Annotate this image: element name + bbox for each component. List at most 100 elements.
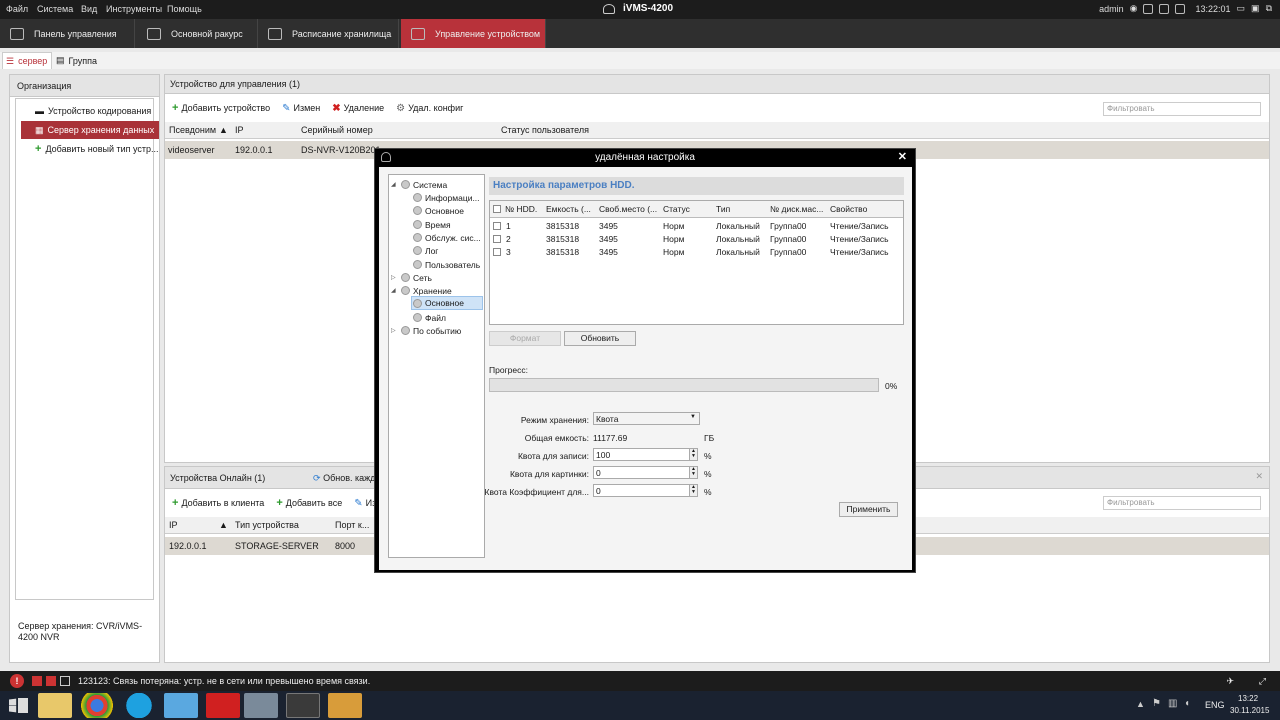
keyboard-icon[interactable]	[1143, 3, 1154, 14]
spinner-icon[interactable]: ▲ ▼	[689, 485, 697, 496]
storage-mode-select[interactable]: Квота ▼	[593, 412, 700, 425]
record-quota-input[interactable]: 100 ▲ ▼	[593, 448, 698, 461]
taskbar-date[interactable]: 30.11.2015	[1230, 706, 1269, 715]
ivms-taskbar-icon[interactable]	[206, 693, 240, 718]
explorer-taskbar-icon[interactable]	[38, 693, 72, 718]
tab-storage-schedule[interactable]: Расписание хранилища	[258, 19, 399, 48]
tree-node-file[interactable]: Файл	[413, 311, 446, 324]
col-serial[interactable]: Серийный номер	[301, 125, 373, 135]
tab-control-panel[interactable]: Панель управления	[0, 19, 135, 48]
item-add-device-type[interactable]: + Добавить новый тип устр...	[21, 140, 159, 158]
paint-taskbar-icon[interactable]	[328, 693, 362, 718]
row-checkbox[interactable]	[493, 235, 501, 243]
menu-help[interactable]: Помощь	[167, 4, 202, 14]
coefficient-quota-input[interactable]: 0 ▲ ▼	[593, 484, 698, 497]
remote-config-button[interactable]: ⚙ Удал. конфиг	[396, 103, 463, 114]
tab-group[interactable]: ▤ Группа	[56, 52, 116, 69]
col-capacity[interactable]: Емкость (...	[546, 204, 591, 214]
add-to-client-button[interactable]: + Добавить в клиента	[172, 497, 264, 509]
spinner-icon[interactable]: ▲ ▼	[689, 467, 697, 478]
tree-node-event[interactable]: ▷ По событию	[391, 324, 461, 337]
app-taskbar-icon[interactable]	[164, 693, 198, 718]
tray-volume-icon[interactable]: ◖	[1184, 698, 1190, 709]
menu-tools[interactable]: Инструменты	[106, 4, 162, 14]
tab-server[interactable]: ☰ сервер	[2, 52, 52, 69]
col-type[interactable]: Тип	[716, 204, 730, 214]
add-device-button[interactable]: + Добавить устройство	[172, 102, 270, 114]
refresh-button[interactable]: Обновить	[564, 331, 636, 346]
refresh-icon: ⟳	[313, 473, 321, 483]
col-ip[interactable]: IP	[169, 520, 178, 530]
tree-node-user[interactable]: Пользователь	[413, 258, 480, 271]
tray-flag-icon[interactable]: ⚑	[1152, 698, 1161, 709]
select-all-checkbox[interactable]	[493, 205, 501, 213]
refresh-every[interactable]: ⟳ Обнов. кажд	[313, 473, 375, 484]
col-user-status[interactable]: Статус пользователя	[501, 125, 589, 135]
terminal-taskbar-icon[interactable]	[286, 693, 320, 718]
skype-taskbar-icon[interactable]	[122, 693, 156, 718]
tray-up-icon[interactable]: ▲	[1136, 699, 1145, 709]
format-button[interactable]: Формат	[489, 331, 561, 346]
delete-button[interactable]: ✖ Удаление	[332, 103, 384, 114]
col-property[interactable]: Свойство	[830, 204, 867, 214]
col-array-no[interactable]: № диск.мас...	[770, 204, 823, 214]
device-filter-input[interactable]: Фильтровать	[1103, 102, 1261, 116]
pin-icon[interactable]: ✈	[1226, 676, 1234, 687]
collapse-icon[interactable]: ✕	[1255, 471, 1263, 482]
cpu-icon[interactable]	[1175, 3, 1186, 14]
col-ip[interactable]: IP	[235, 125, 244, 135]
apply-button[interactable]: Применить	[839, 502, 898, 517]
add-all-button[interactable]: + Добавить все	[276, 497, 342, 509]
minimize-icon[interactable]: ▭	[1237, 3, 1246, 14]
cell-status: Норм	[663, 234, 685, 244]
online-filter-input[interactable]: Фильтровать	[1103, 496, 1261, 510]
item-storage-server[interactable]: ▦ Сервер хранения данных	[21, 121, 159, 139]
edit-button[interactable]: ✎ Измен	[282, 103, 320, 114]
cell-property: Чтение/Запись	[830, 221, 889, 231]
camera-icon	[268, 27, 282, 40]
modify-button[interactable]: ✎ Из	[354, 498, 376, 509]
maximize-icon[interactable]: ▣	[1251, 3, 1260, 14]
item-encoding-device[interactable]: ▬ Устройство кодирования	[21, 102, 159, 120]
event-icon[interactable]	[46, 676, 56, 686]
chrome-taskbar-icon[interactable]	[80, 693, 114, 718]
lock-icon[interactable]: ◉	[1130, 3, 1138, 14]
col-port[interactable]: Порт к...	[335, 520, 369, 530]
windows-start-icon-right[interactable]	[18, 698, 28, 713]
warning-icon[interactable]: !	[10, 674, 24, 688]
tree-node-info[interactable]: Информаци...	[413, 191, 480, 204]
col-free-space[interactable]: Своб.место (...	[599, 204, 657, 214]
status-bar: ! 123123: Связь потеряна: устр. не в сет…	[0, 671, 1280, 691]
grid-icon	[10, 27, 24, 40]
col-device-type[interactable]: Тип устройства	[235, 520, 299, 530]
language-indicator[interactable]: ENG	[1205, 700, 1225, 710]
tab-device-management[interactable]: Управление устройством	[401, 19, 546, 48]
col-alias[interactable]: Псевдоним	[169, 125, 216, 135]
tree-node-time[interactable]: Время	[413, 218, 451, 231]
tree-node-general[interactable]: Основное	[413, 204, 464, 217]
row-checkbox[interactable]	[493, 248, 501, 256]
alarm-icon[interactable]	[1159, 3, 1170, 14]
menu-system[interactable]: Система	[37, 4, 73, 14]
expand-icon[interactable]: ⤢	[1259, 676, 1266, 687]
tree-node-log[interactable]: Лог	[413, 244, 438, 257]
tree-node-system[interactable]: ◢ Система	[391, 178, 447, 191]
col-status[interactable]: Статус	[663, 204, 690, 214]
spinner-icon[interactable]: ▲ ▼	[689, 449, 697, 460]
taskbar-time[interactable]: 13:22	[1238, 694, 1258, 703]
col-hdd-no[interactable]: № HDD.	[505, 204, 537, 214]
row-checkbox[interactable]	[493, 222, 501, 230]
tray-network-icon[interactable]: ▥	[1168, 698, 1177, 709]
menu-view[interactable]: Вид	[81, 4, 97, 14]
tab-main-view[interactable]: Основной ракурс	[137, 19, 258, 48]
restore-icon[interactable]: ⧉	[1266, 3, 1272, 14]
ivms-active-taskbar-icon[interactable]	[244, 693, 278, 718]
alarm-icon[interactable]	[32, 676, 42, 686]
dialog-close-icon[interactable]: ✕	[898, 150, 907, 163]
menu-file[interactable]: Файл	[6, 4, 28, 14]
picture-quota-input[interactable]: 0 ▲ ▼	[593, 466, 698, 479]
tree-node-network[interactable]: ▷ Сеть	[391, 271, 432, 284]
tree-node-maintenance[interactable]: Обслуж. сис...	[413, 231, 481, 244]
tree-node-storage-general[interactable]: Основное	[411, 296, 483, 310]
camera-icon[interactable]	[60, 676, 70, 686]
